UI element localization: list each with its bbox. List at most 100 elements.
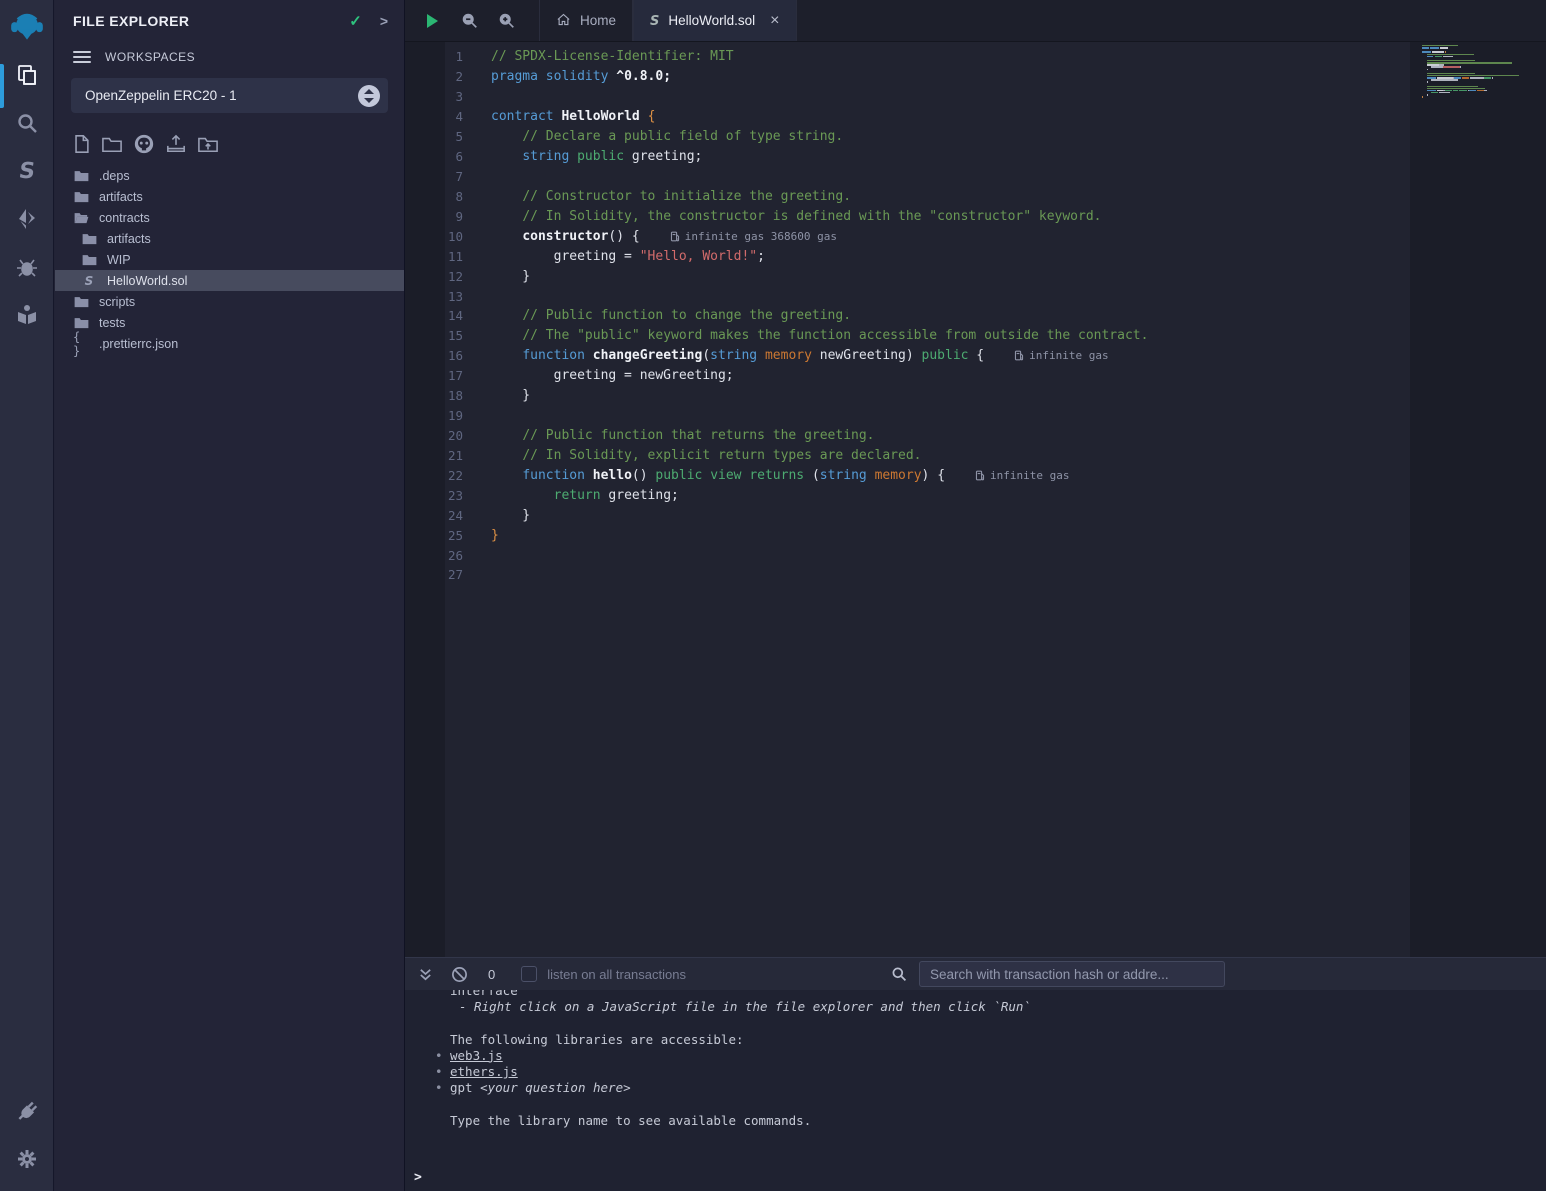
line-number: 7	[405, 169, 463, 184]
workspaces-menu-icon[interactable]	[73, 48, 91, 66]
tab-helloworld-sol[interactable]: SHelloWorld.sol×	[633, 0, 797, 41]
load-folder-icon[interactable]	[197, 134, 219, 154]
tree-item-artifacts[interactable]: artifacts	[55, 228, 404, 249]
code-line: 19	[405, 406, 1410, 426]
line-number: 26	[405, 548, 463, 563]
code-text: // In Solidity, the constructor is defin…	[491, 209, 1102, 224]
remix-logo-icon[interactable]	[5, 5, 49, 51]
learneth-icon[interactable]	[0, 291, 54, 339]
deploy-run-icon[interactable]	[0, 195, 54, 243]
code-text: contract HelloWorld {	[491, 109, 655, 124]
listen-transactions-label: listen on all transactions	[547, 967, 686, 982]
code-text: // Constructor to initialize the greetin…	[491, 189, 851, 204]
code-text: // In Solidity, explicit return types ar…	[491, 448, 921, 463]
file-explorer-panel: FILE EXPLORER ✓ > WORKSPACES OpenZeppeli…	[55, 0, 405, 1191]
folder-icon	[73, 295, 89, 308]
folder-open-icon	[73, 211, 89, 224]
debugger-icon[interactable]	[0, 243, 54, 291]
braces-icon: { }	[73, 330, 89, 358]
tree-item--deps[interactable]: .deps	[55, 165, 404, 186]
minimap[interactable]	[1422, 45, 1519, 103]
tree-item--prettierrc-json[interactable]: { }.prettierrc.json	[55, 333, 404, 354]
clear-console-icon[interactable]	[451, 966, 468, 983]
code-line: 25}	[405, 525, 1410, 545]
close-tab-icon[interactable]: ×	[770, 13, 779, 29]
workspace-select[interactable]: OpenZeppelin ERC20 - 1	[71, 78, 388, 113]
solidity-icon: S	[81, 274, 97, 288]
code-text: greeting = newGreeting;	[491, 368, 734, 383]
line-number: 20	[405, 428, 463, 443]
code-line: 5 // Declare a public field of type stri…	[405, 127, 1410, 147]
listen-transactions-checkbox[interactable]	[521, 966, 537, 982]
chevron-right-icon[interactable]: >	[380, 13, 388, 29]
clone-git-icon[interactable]	[133, 133, 155, 155]
search-icon[interactable]	[0, 99, 54, 147]
tree-item-scripts[interactable]: scripts	[55, 291, 404, 312]
tree-item-label: artifacts	[99, 190, 143, 204]
load-file-icon[interactable]	[165, 134, 187, 154]
tree-item-tests[interactable]: tests	[55, 312, 404, 333]
code-line: 26	[405, 545, 1410, 565]
tree-item-label: .prettierrc.json	[99, 337, 178, 351]
code-line: 27	[405, 565, 1410, 585]
expand-terminal-icon[interactable]	[418, 967, 433, 982]
editor-tabbar: HomeSHelloWorld.sol×	[405, 0, 1546, 42]
plugin-manager-icon[interactable]	[0, 1087, 54, 1135]
code-text: // SPDX-License-Identifier: MIT	[491, 49, 734, 64]
line-number: 14	[405, 308, 463, 323]
tree-item-contracts[interactable]: contracts	[55, 207, 404, 228]
tree-item-artifacts[interactable]: artifacts	[55, 186, 404, 207]
library-link[interactable]: web3.js	[450, 1048, 503, 1063]
terminal-search-icon	[891, 966, 907, 982]
code-line: 10 constructor() {infinite gas 368600 ga…	[405, 226, 1410, 246]
code-line: 18 }	[405, 386, 1410, 406]
line-number: 2	[405, 69, 463, 84]
code-line: 20 // Public function that returns the g…	[405, 426, 1410, 446]
zoom-out-icon[interactable]	[461, 12, 478, 29]
line-number: 3	[405, 89, 463, 104]
line-number: 22	[405, 468, 463, 483]
line-number: 23	[405, 488, 463, 503]
run-script-button[interactable]	[423, 12, 441, 30]
settings-gear-icon[interactable]	[0, 1135, 54, 1183]
line-number: 19	[405, 408, 463, 423]
line-number: 8	[405, 189, 463, 204]
zoom-in-icon[interactable]	[498, 12, 515, 29]
icon-rail: S	[0, 0, 54, 1191]
line-number: 10	[405, 229, 463, 244]
line-number: 13	[405, 289, 463, 304]
solidity-compiler-icon[interactable]: S	[0, 147, 54, 195]
tab-label: HelloWorld.sol	[668, 13, 755, 28]
terminal-prompt[interactable]: >	[414, 1170, 422, 1185]
terminal-line: interface	[450, 990, 1546, 999]
folder-icon	[73, 316, 89, 329]
terminal-line: •gpt <your question here>	[450, 1080, 1546, 1096]
code-text: constructor() {	[491, 229, 640, 244]
terminal-line: - Right click on a JavaScript file in th…	[450, 999, 1546, 1015]
line-number: 25	[405, 528, 463, 543]
code-line: 13	[405, 286, 1410, 306]
file-explorer-icon[interactable]	[0, 51, 54, 99]
minimap-region[interactable]	[1410, 42, 1546, 957]
code-editor[interactable]: 1 // SPDX-License-Identifier: MIT 2 pragma …	[405, 42, 1546, 957]
new-folder-icon[interactable]	[101, 134, 123, 154]
code-line: 6 string public greeting;	[405, 147, 1410, 167]
terminal-search-input[interactable]	[919, 961, 1225, 987]
bullet-icon: •	[435, 1064, 443, 1080]
tab-home[interactable]: Home	[539, 0, 633, 41]
new-file-icon[interactable]	[72, 134, 91, 154]
accept-check-icon[interactable]: ✓	[349, 12, 362, 30]
file-tree: .depsartifactscontractsartifactsWIPSHell…	[55, 165, 404, 354]
home-icon	[556, 13, 571, 29]
bullet-icon: •	[435, 1080, 443, 1096]
tree-item-helloworld-sol[interactable]: SHelloWorld.sol	[55, 270, 404, 291]
bullet-icon: •	[435, 1048, 443, 1064]
tree-item-wip[interactable]: WIP	[55, 249, 404, 270]
line-number: 1	[405, 49, 463, 64]
line-number: 9	[405, 209, 463, 224]
code-text: // Public function that returns the gree…	[491, 428, 875, 443]
code-text: pragma solidity ^0.8.0;	[491, 69, 671, 84]
code-line: 17 greeting = newGreeting;	[405, 366, 1410, 386]
library-link[interactable]: ethers.js	[450, 1064, 518, 1079]
folder-icon	[81, 232, 97, 245]
